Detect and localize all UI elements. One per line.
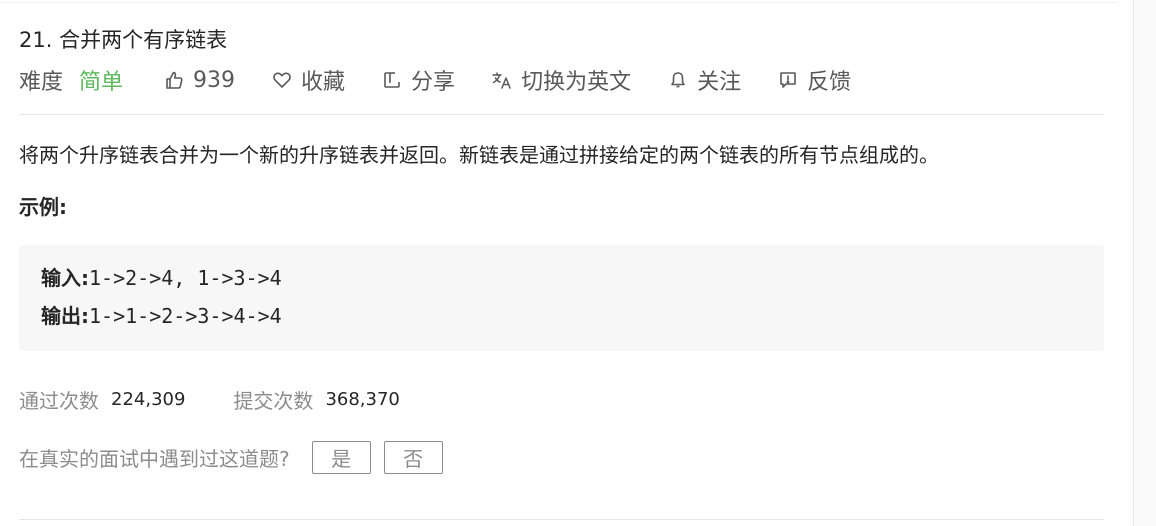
feedback-icon	[777, 69, 799, 91]
accepted-label: 通过次数	[19, 388, 99, 413]
submission-stats: 通过次数 224,309 提交次数 368,370	[19, 383, 1104, 415]
difficulty-label: 难度	[19, 70, 64, 95]
translate-icon	[491, 69, 513, 91]
thumbs-up-icon	[163, 69, 185, 91]
example-output-line: 输出:1->1->2->3->4->4	[41, 297, 1082, 335]
switch-language-button[interactable]: 切换为英文	[491, 64, 631, 96]
top-border	[0, 0, 1118, 3]
heart-icon	[271, 69, 293, 91]
bottom-divider	[19, 519, 1104, 520]
accepted-count: 224,309	[111, 388, 186, 410]
problem-title: 21. 合并两个有序链表	[19, 28, 228, 52]
follow-label: 关注	[697, 70, 742, 95]
interview-question-text: 在真实的面试中遇到过这道题?	[19, 446, 290, 471]
share-label: 分享	[411, 70, 456, 95]
yes-button[interactable]: 是	[311, 440, 371, 474]
interview-question: 在真实的面试中遇到过这道题? 是 否	[19, 439, 1104, 475]
follow-button[interactable]: 关注	[667, 64, 741, 96]
example-output-value: 1->1->2->3->4->4	[89, 304, 282, 328]
example-heading: 示例:	[19, 195, 67, 219]
example-code-block: 输入:1->2->4, 1->3->4 输出:1->1->2->3->4->4	[19, 245, 1104, 351]
right-scroll-gutter[interactable]	[1133, 0, 1156, 526]
example-input-line: 输入:1->2->4, 1->3->4	[41, 259, 1082, 297]
submitted-label: 提交次数	[233, 388, 314, 413]
example-input-value: 1->2->4, 1->3->4	[89, 266, 282, 290]
submitted-count: 368,370	[325, 388, 400, 410]
favorite-label: 收藏	[301, 70, 346, 95]
no-button[interactable]: 否	[383, 440, 443, 474]
problem-page: 21. 合并两个有序链表 难度 简单 939 收藏 分享 切换为英文 关注 反馈…	[0, 0, 1156, 526]
share-button[interactable]: 分享	[381, 64, 455, 96]
share-icon	[381, 69, 403, 91]
section-divider	[19, 114, 1104, 115]
example-input-label: 输入:	[41, 266, 89, 290]
problem-content: 21. 合并两个有序链表 难度 简单 939 收藏 分享 切换为英文 关注 反馈…	[19, 22, 1104, 475]
bell-icon	[667, 69, 689, 91]
feedback-label: 反馈	[807, 70, 852, 95]
feedback-button[interactable]: 反馈	[777, 64, 851, 96]
like-count: 939	[193, 67, 236, 93]
problem-description: 将两个升序链表合并为一个新的升序链表并返回。新链表是通过拼接给定的两个链表的所有…	[19, 143, 939, 167]
favorite-button[interactable]: 收藏	[271, 64, 345, 96]
difficulty-value: 简单	[79, 70, 124, 95]
like-button[interactable]: 939	[163, 68, 235, 93]
switch-language-label: 切换为英文	[521, 70, 632, 95]
example-output-label: 输出:	[41, 304, 89, 328]
problem-meta-bar: 难度 简单 939 收藏 分享 切换为英文 关注 反馈	[19, 58, 1104, 102]
